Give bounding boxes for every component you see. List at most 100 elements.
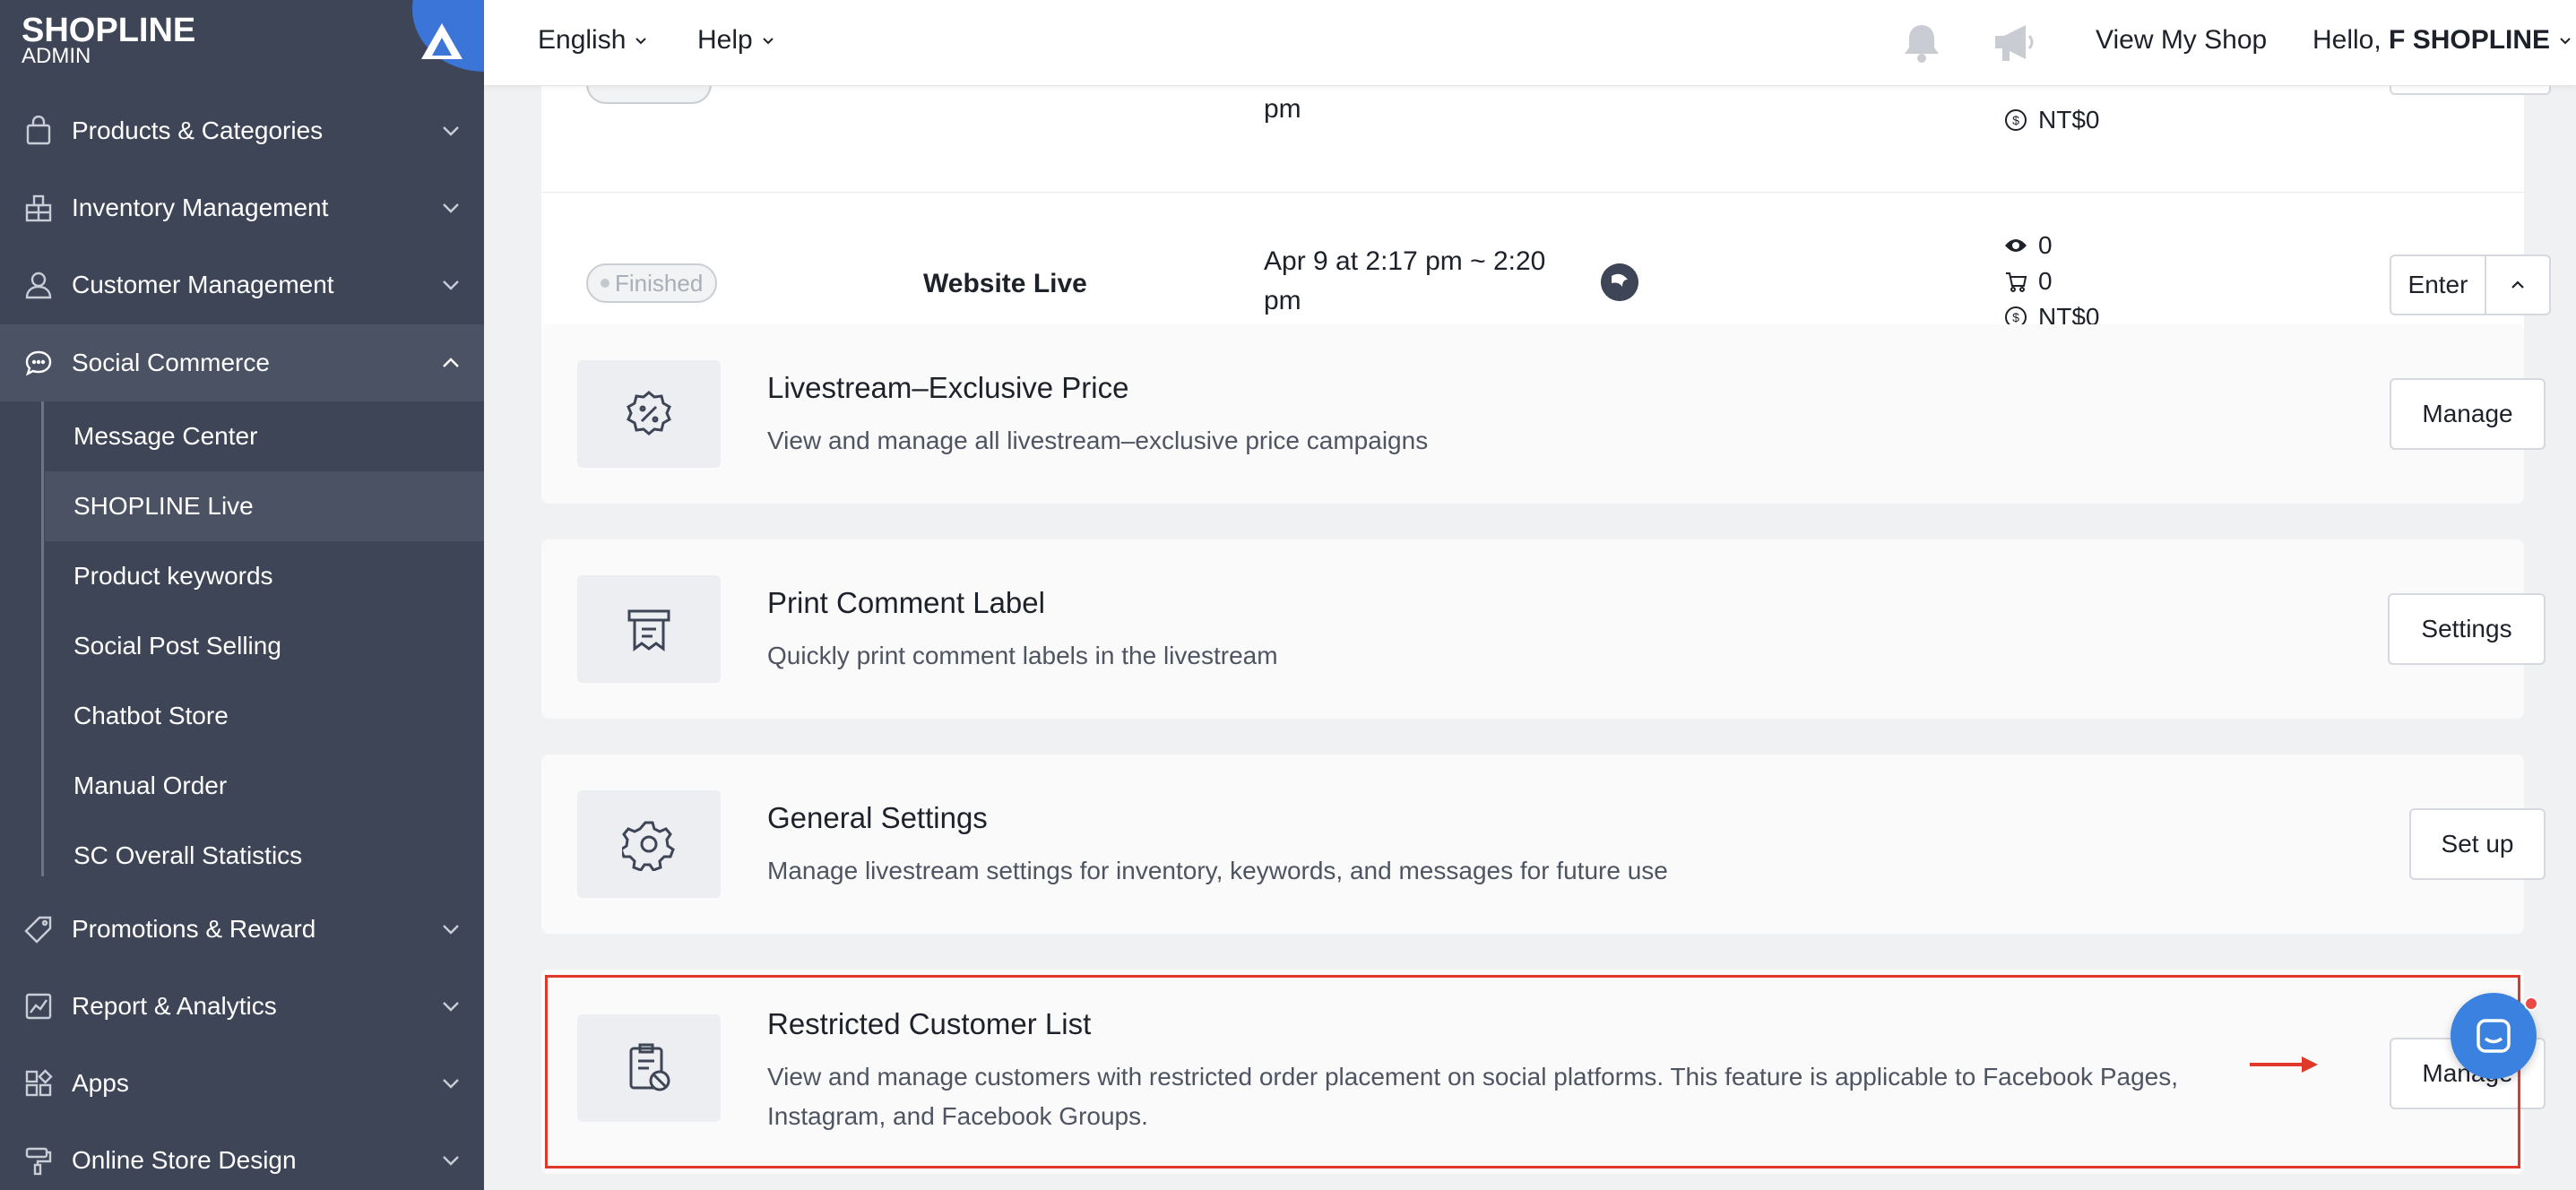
sidebar-item-apps[interactable]: Apps xyxy=(0,1045,484,1122)
sidebar-item-reports[interactable]: Report & Analytics xyxy=(0,968,484,1045)
view-shop-label: View My Shop xyxy=(2096,25,2268,55)
views-value: 0 xyxy=(2038,231,2053,259)
language-selector[interactable]: English xyxy=(538,25,649,56)
user-menu[interactable]: Hello, F SHOPLINE xyxy=(2312,25,2573,56)
sidebar-item-label: Products & Categories xyxy=(72,116,324,144)
cart-icon xyxy=(2006,272,2027,292)
help-label: Help xyxy=(697,25,753,55)
sidebar-subitem-label: Manual Order xyxy=(73,772,228,799)
sidebar-subitem-label: Chatbot Store xyxy=(73,702,229,729)
feature-icon-box xyxy=(577,790,721,898)
sidebar-subitem-label: SC Overall Statistics xyxy=(73,841,303,869)
sidebar: SHOPLINE ADMIN Products & Categories Inv… xyxy=(0,0,484,1190)
feature-icon-box xyxy=(577,360,721,468)
logo[interactable]: SHOPLINE ADMIN xyxy=(22,13,195,68)
feature-title: General Settings xyxy=(767,801,988,834)
subnav-line xyxy=(41,401,44,876)
feature-description: View and manage all livestream–exclusive… xyxy=(767,427,1429,454)
feature-description: Manage livestream settings for inventory… xyxy=(767,857,1668,884)
paint-roller-icon xyxy=(25,1147,52,1176)
chevron-down-icon xyxy=(443,1079,459,1089)
sidebar-subitem-label: Social Post Selling xyxy=(73,632,281,660)
settings-button[interactable]: Settings xyxy=(2388,593,2546,665)
enter-button-group[interactable] xyxy=(2390,86,2551,95)
sidebar-item-social-commerce[interactable]: Social Commerce xyxy=(0,324,484,401)
revenue-value: NT$0 xyxy=(2038,106,2100,134)
warehouse-icon xyxy=(25,194,52,222)
bell-icon[interactable] xyxy=(1898,20,1945,66)
chevron-down-icon xyxy=(443,925,459,935)
sidebar-subitem-manual-order[interactable]: Manual Order xyxy=(45,751,484,821)
sidebar-item-label: Apps xyxy=(72,1069,129,1097)
chevron-down-icon xyxy=(443,1002,459,1012)
notification-dot xyxy=(2524,996,2538,1011)
sidebar-subitem-product-keywords[interactable]: Product keywords xyxy=(45,541,484,611)
channel-name: Website Live xyxy=(923,269,1087,298)
megaphone-icon[interactable] xyxy=(1990,20,2040,66)
set-up-button[interactable]: Set up xyxy=(2409,808,2546,880)
feature-icon-box xyxy=(577,575,721,683)
gear-icon xyxy=(622,821,675,871)
person-icon xyxy=(25,272,52,299)
chart-icon xyxy=(25,993,52,1020)
feature-title: Livestream–Exclusive Price xyxy=(767,371,1129,404)
enter-button-group: Enter xyxy=(2390,254,2551,315)
sidebar-item-label: Inventory Management xyxy=(72,194,329,221)
highlight-box xyxy=(545,975,2520,1168)
chevron-up-icon xyxy=(2511,280,2524,289)
chevron-down-icon xyxy=(762,38,774,45)
feature-card-exclusive-price: Livestream–Exclusive Price View and mana… xyxy=(541,324,2546,504)
status-dot xyxy=(601,279,609,288)
chevron-up-icon xyxy=(443,358,459,367)
chevron-down-icon xyxy=(443,280,459,290)
chevron-down-icon xyxy=(443,203,459,213)
arrow-right-icon xyxy=(2250,1056,2318,1073)
manage-button[interactable]: Manage xyxy=(2390,378,2546,450)
view-my-shop-link[interactable]: View My Shop xyxy=(2096,25,2267,56)
sidebar-item-store-design[interactable]: Online Store Design xyxy=(0,1122,484,1190)
eye-icon xyxy=(2005,239,2027,252)
sidebar-subitem-chatbot-store[interactable]: Chatbot Store xyxy=(45,681,484,751)
livestream-time: Apr 9 at 2:17 pm ~ 2:20 pm xyxy=(1264,246,1546,315)
feature-description: Quickly print comment labels in the live… xyxy=(767,642,1278,669)
logo-text: SHOPLINE xyxy=(22,12,196,49)
sidebar-item-customers[interactable]: Customer Management xyxy=(0,246,484,323)
bag-icon xyxy=(26,116,51,145)
feature-card-print-label: Print Comment Label Quickly print commen… xyxy=(541,539,2546,719)
sidebar-subitem-label: Message Center xyxy=(73,422,258,450)
chevron-down-icon xyxy=(443,1156,459,1166)
printer-icon xyxy=(627,609,670,651)
platform-logo-icon xyxy=(1601,263,1638,301)
sidebar-subitem-social-post-selling[interactable]: Social Post Selling xyxy=(45,611,484,681)
language-label: English xyxy=(538,25,627,55)
sidebar-item-label: Customer Management xyxy=(72,271,334,298)
dollar-coin-icon: $ xyxy=(2005,109,2027,131)
sidebar-item-label: Social Commerce xyxy=(72,349,270,376)
status-pill xyxy=(586,86,712,104)
shopline-mark-icon xyxy=(421,23,462,59)
main-content: pm $ NT$0 Finished Website Live Apr 9 at… xyxy=(484,86,2576,1190)
discount-badge-icon xyxy=(627,391,671,435)
expand-toggle[interactable] xyxy=(2486,256,2549,314)
sidebar-subitem-shopline-live[interactable]: SHOPLINE Live xyxy=(45,471,484,541)
tag-icon xyxy=(24,916,52,944)
sidebar-subitem-message-center[interactable]: Message Center xyxy=(45,401,484,471)
sidebar-item-inventory[interactable]: Inventory Management xyxy=(0,169,484,246)
top-bar: English Help View My Shop Hello, F SHOPL… xyxy=(484,0,2576,86)
svg-text:$: $ xyxy=(2012,310,2019,324)
enter-button[interactable]: Enter xyxy=(2391,256,2486,314)
orders-value: 0 xyxy=(2038,267,2053,295)
status-pill: Finished xyxy=(586,263,718,303)
user-name: F SHOPLINE xyxy=(2389,25,2551,55)
sidebar-item-label: Report & Analytics xyxy=(72,992,277,1020)
chevron-down-icon xyxy=(443,126,459,136)
livestream-time: pm xyxy=(1264,94,1301,124)
sidebar-item-promotions[interactable]: Promotions & Reward xyxy=(0,891,484,968)
sidebar-subitem-sc-statistics[interactable]: SC Overall Statistics xyxy=(45,821,484,891)
apps-grid-icon xyxy=(25,1069,53,1097)
chevron-down-icon xyxy=(635,38,647,45)
sidebar-item-products[interactable]: Products & Categories xyxy=(0,92,484,169)
feature-title: Print Comment Label xyxy=(767,586,1045,619)
help-menu[interactable]: Help xyxy=(697,25,776,56)
orders-stat: 0 xyxy=(2004,267,2053,296)
